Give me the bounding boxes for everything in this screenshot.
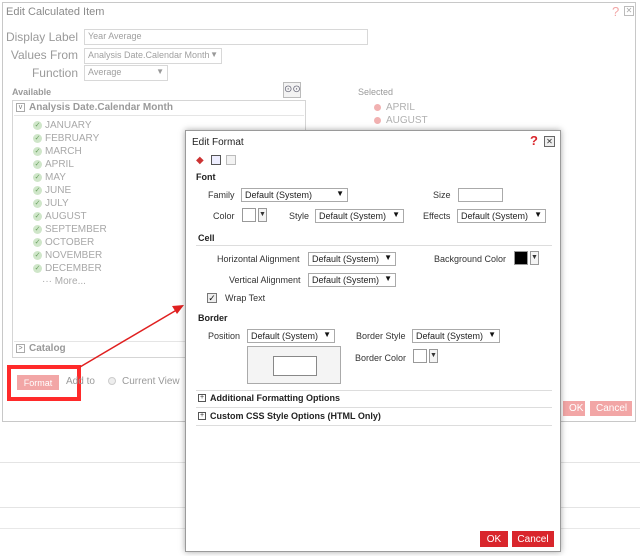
border-preview-box bbox=[273, 356, 317, 376]
chevron-down-icon: ▼ bbox=[392, 210, 400, 219]
close-icon[interactable]: ✕ bbox=[544, 136, 555, 147]
border-style-select[interactable]: Default (System) ▼ bbox=[412, 329, 500, 343]
border-section-title: Border bbox=[198, 313, 228, 323]
color-label: Color bbox=[213, 211, 235, 221]
background-color-label: Background Color bbox=[434, 254, 507, 264]
chevron-down-icon: ▼ bbox=[384, 253, 392, 262]
horizontal-alignment-select[interactable]: Default (System) ▼ bbox=[308, 252, 396, 266]
wrap-text-checkbox[interactable]: ✓ bbox=[207, 293, 217, 303]
family-select[interactable]: Default (System) ▼ bbox=[241, 188, 348, 202]
size-label: Size bbox=[433, 190, 451, 200]
cell-section-title: Cell bbox=[198, 233, 215, 243]
style-label: Style bbox=[289, 211, 310, 221]
vertical-alignment-value: Default (System) bbox=[312, 275, 380, 285]
plus-icon: + bbox=[198, 394, 206, 402]
copy-icon[interactable] bbox=[211, 155, 221, 165]
position-select[interactable]: Default (System) ▼ bbox=[247, 329, 335, 343]
section-divider bbox=[196, 407, 552, 408]
additional-formatting-label: Additional Formatting Options bbox=[210, 393, 340, 403]
border-color-swatch[interactable] bbox=[413, 349, 427, 363]
paste-icon[interactable] bbox=[226, 155, 236, 165]
chevron-down-icon[interactable]: ▼ bbox=[530, 251, 539, 265]
custom-css-expander[interactable]: + Custom CSS Style Options (HTML Only) bbox=[198, 411, 498, 423]
border-preview[interactable] bbox=[247, 346, 341, 384]
edit-format-title: Edit Format bbox=[192, 137, 244, 148]
section-divider bbox=[196, 425, 552, 426]
size-input[interactable] bbox=[458, 188, 503, 202]
font-color-swatch[interactable] bbox=[242, 208, 256, 222]
section-divider bbox=[196, 245, 552, 246]
chevron-down-icon: ▼ bbox=[323, 330, 331, 339]
cancel-button[interactable]: Cancel bbox=[512, 531, 554, 547]
chevron-down-icon: ▼ bbox=[488, 330, 496, 339]
edit-format-dialog: Edit Format ? ✕ ◆ Font Family Default (S… bbox=[185, 130, 561, 552]
style-select[interactable]: Default (System) ▼ bbox=[315, 209, 404, 223]
vertical-alignment-select[interactable]: Default (System) ▼ bbox=[308, 273, 396, 287]
chevron-down-icon: ▼ bbox=[336, 189, 344, 198]
chevron-down-icon[interactable]: ▼ bbox=[258, 208, 267, 222]
chevron-down-icon[interactable]: ▼ bbox=[429, 349, 438, 363]
wrap-text-label: Wrap Text bbox=[225, 293, 266, 303]
font-section-title: Font bbox=[196, 172, 216, 182]
family-label: Family bbox=[208, 190, 235, 200]
eraser-icon[interactable]: ◆ bbox=[196, 155, 204, 166]
vertical-alignment-label: Vertical Alignment bbox=[229, 275, 301, 285]
custom-css-label: Custom CSS Style Options (HTML Only) bbox=[210, 411, 381, 421]
position-label: Position bbox=[208, 331, 241, 341]
horizontal-alignment-value: Default (System) bbox=[312, 254, 380, 264]
ok-button[interactable]: OK bbox=[480, 531, 508, 547]
position-value: Default (System) bbox=[251, 331, 319, 341]
effects-label: Effects bbox=[423, 211, 451, 221]
chevron-down-icon: ▼ bbox=[534, 210, 542, 219]
horizontal-alignment-label: Horizontal Alignment bbox=[217, 254, 300, 264]
style-value: Default (System) bbox=[319, 211, 387, 221]
plus-icon: + bbox=[198, 412, 206, 420]
border-style-value: Default (System) bbox=[416, 331, 484, 341]
chevron-down-icon: ▼ bbox=[384, 274, 392, 283]
effects-value: Default (System) bbox=[461, 211, 529, 221]
border-color-label: Border Color bbox=[355, 353, 407, 363]
additional-formatting-expander[interactable]: + Additional Formatting Options bbox=[198, 393, 498, 405]
family-value: Default (System) bbox=[245, 190, 313, 200]
arrow-line bbox=[79, 307, 181, 368]
help-icon[interactable]: ? bbox=[530, 133, 538, 148]
section-divider bbox=[196, 390, 552, 391]
border-style-label: Border Style bbox=[356, 331, 406, 341]
arrow-head bbox=[172, 305, 184, 314]
background-color-swatch[interactable] bbox=[514, 251, 528, 265]
effects-select[interactable]: Default (System) ▼ bbox=[457, 209, 546, 223]
